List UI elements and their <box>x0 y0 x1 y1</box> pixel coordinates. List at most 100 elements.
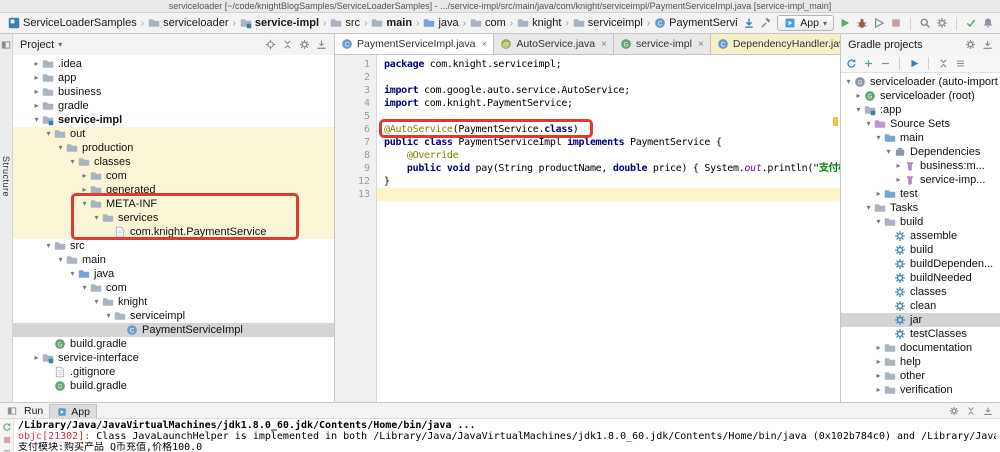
menu-icon[interactable] <box>1 447 13 452</box>
chevron-down-icon[interactable]: ▾ <box>91 211 102 225</box>
project-tree-item[interactable]: ▾ serviceimpl <box>13 309 334 323</box>
chevron-down-icon[interactable]: ▾ <box>863 117 874 131</box>
gear-gray-icon[interactable] <box>964 39 976 51</box>
breadcrumb-item[interactable]: src <box>328 17 362 29</box>
gradle-tree-item[interactable]: ▾ Source Sets <box>841 117 1000 131</box>
project-tree-item[interactable]: Gbuild.gradle <box>13 379 334 393</box>
gradle-tree-item[interactable]: buildDependen... <box>841 257 1000 271</box>
chevron-down-icon[interactable]: ▾ <box>67 267 78 281</box>
menu-icon[interactable] <box>954 58 966 70</box>
chevron-right-icon[interactable]: ▸ <box>873 341 884 355</box>
chevron-down-icon[interactable]: ▾ <box>55 253 66 267</box>
code-line[interactable]: import com.knight.PaymentService; <box>377 97 840 110</box>
chevron-right-icon[interactable]: ▸ <box>31 99 42 113</box>
hide-panel-icon[interactable] <box>981 39 993 51</box>
chevron-down-icon[interactable]: ▾ <box>55 141 66 155</box>
chevron-right-icon[interactable]: ▸ <box>79 183 90 197</box>
gradle-tree-item[interactable]: ▾ Dependencies <box>841 145 1000 159</box>
chevron-down-icon[interactable]: ▾ <box>43 239 54 253</box>
gradle-tree-item[interactable]: ▾:app <box>841 103 1000 117</box>
gradle-tree-item[interactable]: build <box>841 243 1000 257</box>
chevron-right-icon[interactable]: ▸ <box>873 187 884 201</box>
chevron-down-icon[interactable]: ▾ <box>43 127 54 141</box>
breadcrumb-item[interactable]: C PaymentServiceImpl <box>652 17 737 29</box>
gradle-tree-item[interactable]: ▸ Gserviceloader (root) <box>841 89 1000 103</box>
code-line[interactable]: package com.knight.serviceimpl; <box>377 58 840 71</box>
project-tree-item[interactable]: ▸ generated <box>13 183 334 197</box>
breadcrumb-item[interactable]: com <box>468 17 508 29</box>
gear-gray-icon[interactable] <box>948 405 960 417</box>
gradle-tree-item[interactable]: ▾ build <box>841 215 1000 229</box>
breadcrumb-item[interactable]: java <box>421 17 460 29</box>
code-line[interactable] <box>377 71 840 84</box>
project-tree-item[interactable]: com.knight.PaymentService <box>13 225 334 239</box>
gradle-tree-item[interactable]: ▸ test <box>841 187 1000 201</box>
project-tree-item[interactable]: Gbuild.gradle <box>13 337 334 351</box>
gradle-tree-item[interactable]: ▸ documentation <box>841 341 1000 355</box>
close-tab-icon[interactable]: × <box>698 39 704 50</box>
hide-panel-icon[interactable] <box>315 39 327 51</box>
chevron-right-icon[interactable]: ▸ <box>873 383 884 397</box>
rerun-icon[interactable] <box>1 421 13 433</box>
code-line[interactable] <box>377 188 840 201</box>
plus-icon[interactable] <box>862 58 874 70</box>
chevron-down-icon[interactable]: ▾ <box>883 145 894 159</box>
hammer-icon[interactable] <box>760 17 772 29</box>
code-line[interactable]: @AutoService(PaymentService.class) <box>377 123 840 136</box>
chevron-right-icon[interactable]: ▸ <box>893 159 904 173</box>
gradle-tree-item[interactable]: buildNeeded <box>841 271 1000 285</box>
chevron-right-icon[interactable]: ▸ <box>31 351 42 365</box>
project-tree-item[interactable]: ▾ META-INF <box>13 197 334 211</box>
chevron-down-icon[interactable]: ▾ <box>58 40 62 49</box>
breadcrumb-item[interactable]: knight <box>515 17 563 29</box>
gradle-tree-item[interactable]: jar <box>841 313 1000 327</box>
minus-icon[interactable] <box>879 58 891 70</box>
breadcrumb-item[interactable]: ServiceLoaderSamples <box>6 17 139 29</box>
bell-icon[interactable] <box>982 17 994 29</box>
chevron-down-icon[interactable]: ▾ <box>91 295 102 309</box>
console-line[interactable]: objc[21302]: Class JavaLaunchHelper is i… <box>18 431 996 442</box>
chevron-right-icon[interactable]: ▸ <box>873 355 884 369</box>
gradle-tree-item[interactable]: assemble <box>841 229 1000 243</box>
chevron-right-icon[interactable]: ▸ <box>79 169 90 183</box>
console-output[interactable]: /Library/Java/JavaVirtualMachines/jdk1.8… <box>14 419 1000 452</box>
collapse-all-icon[interactable] <box>281 39 293 51</box>
error-stripe-mark[interactable] <box>833 117 838 126</box>
chevron-right-icon[interactable]: ▸ <box>873 369 884 383</box>
code-line[interactable]: public class PaymentServiceImpl implemen… <box>377 136 840 149</box>
project-tree-item[interactable]: C PaymentServiceImpl <box>13 323 334 337</box>
code-line[interactable]: @Override <box>377 149 840 162</box>
vcs-check-icon[interactable] <box>965 17 977 29</box>
close-tab-icon[interactable]: × <box>481 39 487 50</box>
code-line[interactable] <box>377 110 840 123</box>
play-blue-icon[interactable] <box>908 58 920 70</box>
stop-red-icon[interactable] <box>1 434 13 446</box>
run-tab-app[interactable]: App <box>49 403 97 419</box>
chevron-right-icon[interactable]: ▸ <box>31 85 42 99</box>
gradle-tree-item[interactable]: ▸ business:m... <box>841 159 1000 173</box>
project-tree-item[interactable]: ▸ gradle <box>13 99 334 113</box>
chevron-down-icon[interactable]: ▾ <box>873 131 884 145</box>
gear-gray-icon[interactable] <box>298 39 310 51</box>
project-tree-item[interactable]: ▾ knight <box>13 295 334 309</box>
console-line[interactable]: 支付模块:购买产品 Q币充值,价格100.0 <box>18 442 996 452</box>
refresh-icon[interactable] <box>845 58 857 70</box>
project-tree-item[interactable]: ▾ main <box>13 253 334 267</box>
project-tree-item[interactable]: ▸ service-interface <box>13 351 334 365</box>
code-line[interactable]: import com.google.auto.service.AutoServi… <box>377 84 840 97</box>
chevron-down-icon[interactable]: ▾ <box>79 197 90 211</box>
vcs-down-icon[interactable] <box>743 17 755 29</box>
project-tree-item[interactable]: ▸ app <box>13 71 334 85</box>
chevron-down-icon[interactable]: ▾ <box>103 309 114 323</box>
code-line[interactable]: } <box>377 175 840 188</box>
gear-gray-icon[interactable] <box>936 17 948 29</box>
chevron-down-icon[interactable]: ▾ <box>863 201 874 215</box>
chevron-down-icon[interactable]: ▾ <box>843 75 854 89</box>
project-tree-item[interactable]: ▾ src <box>13 239 334 253</box>
project-tree-item[interactable]: ▸ .idea <box>13 57 334 71</box>
project-tree-item[interactable]: ▸ com <box>13 169 334 183</box>
chevron-right-icon[interactable]: ▸ <box>31 57 42 71</box>
chevron-down-icon[interactable]: ▾ <box>873 215 884 229</box>
stop-icon[interactable] <box>890 17 902 29</box>
run-config-selector[interactable]: App ▾ <box>777 15 834 31</box>
